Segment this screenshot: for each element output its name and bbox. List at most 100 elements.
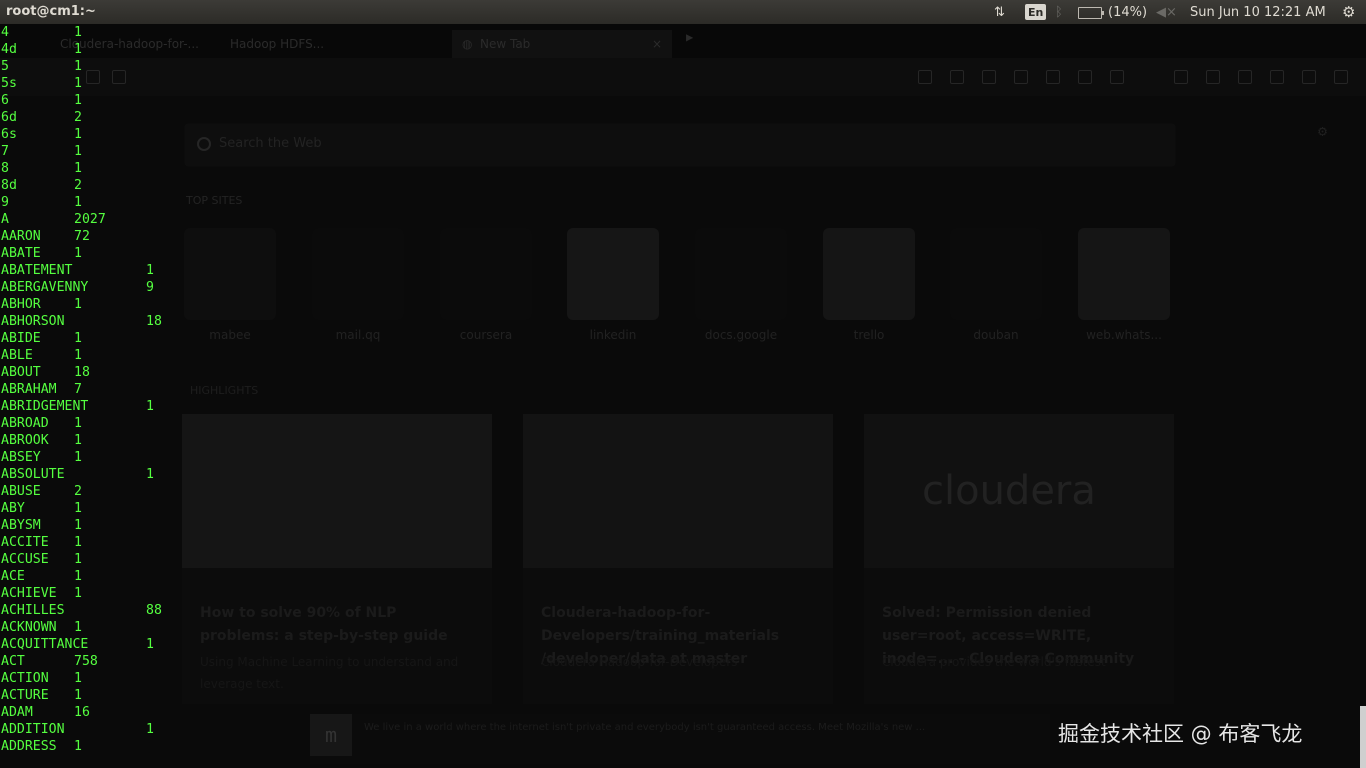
word: ABROAD bbox=[1, 416, 49, 431]
word: ACHILLES bbox=[1, 603, 65, 618]
pen-icon[interactable] bbox=[1206, 70, 1220, 84]
word: ACE bbox=[1, 569, 25, 584]
word-count: 16 bbox=[74, 705, 90, 720]
word-count: 2027 bbox=[74, 212, 106, 227]
save-icon[interactable] bbox=[1110, 70, 1124, 84]
word-count: 1 bbox=[74, 127, 82, 142]
highlight-card[interactable]: Cloudera-hadoop-for-Developers/training_… bbox=[523, 414, 833, 704]
tab-strip: Cloudera-hadoop-for-... Hadoop HDFS... ◍… bbox=[0, 24, 1366, 58]
word-count: 2 bbox=[74, 484, 82, 499]
battery-icon[interactable] bbox=[1078, 7, 1104, 19]
library-icon[interactable] bbox=[950, 70, 964, 84]
top-site-mail-qq[interactable]: mail.qq bbox=[308, 224, 408, 344]
word: 4 bbox=[1, 25, 9, 40]
word-count: 1 bbox=[74, 144, 82, 159]
word-count: 1 bbox=[74, 25, 82, 40]
word: ACQUITTANCE bbox=[1, 637, 89, 652]
system-gear-icon[interactable]: ⚙ bbox=[1342, 3, 1355, 21]
tab-new-tab[interactable]: ◍ New Tab × bbox=[452, 30, 672, 58]
site-thumbnail bbox=[695, 228, 787, 320]
site-thumbnail bbox=[184, 228, 276, 320]
top-site-coursera[interactable]: coursera bbox=[436, 224, 536, 344]
keyboard-layout-indicator[interactable]: En bbox=[1025, 4, 1047, 20]
word: ACHIEVE bbox=[1, 586, 57, 601]
card-description: Cloudera provides the world's fastest bbox=[882, 655, 1106, 669]
card-title: How to solve 90% of NLP problems: a step… bbox=[200, 605, 448, 644]
banner-text: We live in a world where the internet is… bbox=[364, 722, 926, 733]
top-site-whatsapp[interactable]: web.whats... bbox=[1074, 224, 1174, 344]
volume-icon[interactable]: ◀× bbox=[1156, 3, 1177, 21]
word-count: 1 bbox=[74, 518, 82, 533]
top-site-mabee[interactable]: mabee bbox=[180, 224, 280, 344]
highlight-card[interactable]: cloudera Solved: Permission denied user=… bbox=[864, 414, 1174, 704]
highlights-heading: HIGHLIGHTS bbox=[190, 384, 259, 397]
word: 6d bbox=[1, 110, 17, 125]
word-count: 1 bbox=[74, 586, 82, 601]
bluetooth-icon[interactable]: ᛒ bbox=[1055, 3, 1063, 21]
word: ACTURE bbox=[1, 688, 49, 703]
word: ABATE bbox=[1, 246, 41, 261]
word: ABHOR bbox=[1, 297, 41, 312]
word-count: 88 bbox=[146, 603, 162, 618]
battery-percentage[interactable]: (14%) bbox=[1108, 3, 1147, 21]
top-site-trello[interactable]: trello bbox=[819, 224, 919, 344]
word: 6 bbox=[1, 93, 9, 108]
tool-icon[interactable] bbox=[1302, 70, 1316, 84]
word: 5 bbox=[1, 59, 9, 74]
word-count: 1 bbox=[74, 93, 82, 108]
badge-icon[interactable] bbox=[1238, 70, 1252, 84]
card-description: Using Machine Learning to understand and… bbox=[200, 655, 459, 691]
terminal-scrollbar[interactable] bbox=[1360, 706, 1366, 768]
circle-icon[interactable] bbox=[1270, 70, 1284, 84]
word: ABROOK bbox=[1, 433, 49, 448]
word-count: 1 bbox=[74, 195, 82, 210]
linkedin-icon bbox=[567, 228, 659, 320]
word-count: 1 bbox=[146, 263, 154, 278]
chat-icon[interactable] bbox=[1046, 70, 1060, 84]
top-site-douban[interactable]: douban bbox=[946, 224, 1046, 344]
word-count: 1 bbox=[74, 433, 82, 448]
word-count: 1 bbox=[74, 76, 82, 91]
word-count: 1 bbox=[74, 59, 82, 74]
network-icon[interactable]: ⇅ bbox=[994, 3, 1005, 21]
terminal-output: 4 1 4d 1 5 1 5s 1 6 1 6d 2 6s 1 7 1 8 1 8d 2 9 1 A 2027 AARON 72 A… bbox=[0, 24, 180, 768]
word: ADDITION bbox=[1, 722, 65, 737]
browser-window: Cloudera-hadoop-for-... Hadoop HDFS... ◍… bbox=[0, 24, 1366, 768]
download-icon[interactable] bbox=[918, 70, 932, 84]
word-count: 1 bbox=[146, 467, 154, 482]
newtab-settings-gear-icon[interactable]: ⚙ bbox=[1318, 122, 1327, 140]
word-count: 2 bbox=[74, 178, 82, 193]
extension-icon[interactable] bbox=[1014, 70, 1028, 84]
word-count: 18 bbox=[74, 365, 90, 380]
clock[interactable]: Sun Jun 10 12:21 AM bbox=[1190, 3, 1326, 21]
word-count: 1 bbox=[74, 501, 82, 516]
word: ABUSE bbox=[1, 484, 41, 499]
tab-hadoop[interactable]: Hadoop HDFS... bbox=[230, 30, 440, 58]
menu-icon[interactable] bbox=[1334, 70, 1348, 84]
whatsapp-icon bbox=[1078, 228, 1170, 320]
word: ADDRESS bbox=[1, 739, 57, 754]
card-image: cloudera bbox=[864, 414, 1174, 568]
word: 7 bbox=[1, 144, 9, 159]
screenshot-icon[interactable] bbox=[982, 70, 996, 84]
word-count: 1 bbox=[74, 535, 82, 550]
word-count: 1 bbox=[74, 450, 82, 465]
close-tab-icon[interactable]: × bbox=[652, 30, 662, 58]
word: 5s bbox=[1, 76, 17, 91]
top-site-docs-google[interactable]: docs.google bbox=[691, 224, 791, 344]
card-image bbox=[182, 414, 492, 568]
lock-icon[interactable] bbox=[1174, 70, 1188, 84]
highlight-card[interactable]: How to solve 90% of NLP problems: a step… bbox=[182, 414, 492, 704]
word: 4d bbox=[1, 42, 17, 57]
site-label: docs.google bbox=[704, 328, 778, 342]
tab-scroll-right-icon[interactable]: ▶ bbox=[686, 30, 693, 44]
word: ABOUT bbox=[1, 365, 41, 380]
word-count: 1 bbox=[146, 637, 154, 652]
word-count: 1 bbox=[146, 722, 154, 737]
top-site-linkedin[interactable]: linkedin bbox=[563, 224, 663, 344]
word: ABY bbox=[1, 501, 25, 516]
word-count: 1 bbox=[74, 331, 82, 346]
grid-icon[interactable] bbox=[1078, 70, 1092, 84]
search-box[interactable]: Search the Web bbox=[185, 124, 1175, 166]
word: ACCITE bbox=[1, 535, 49, 550]
